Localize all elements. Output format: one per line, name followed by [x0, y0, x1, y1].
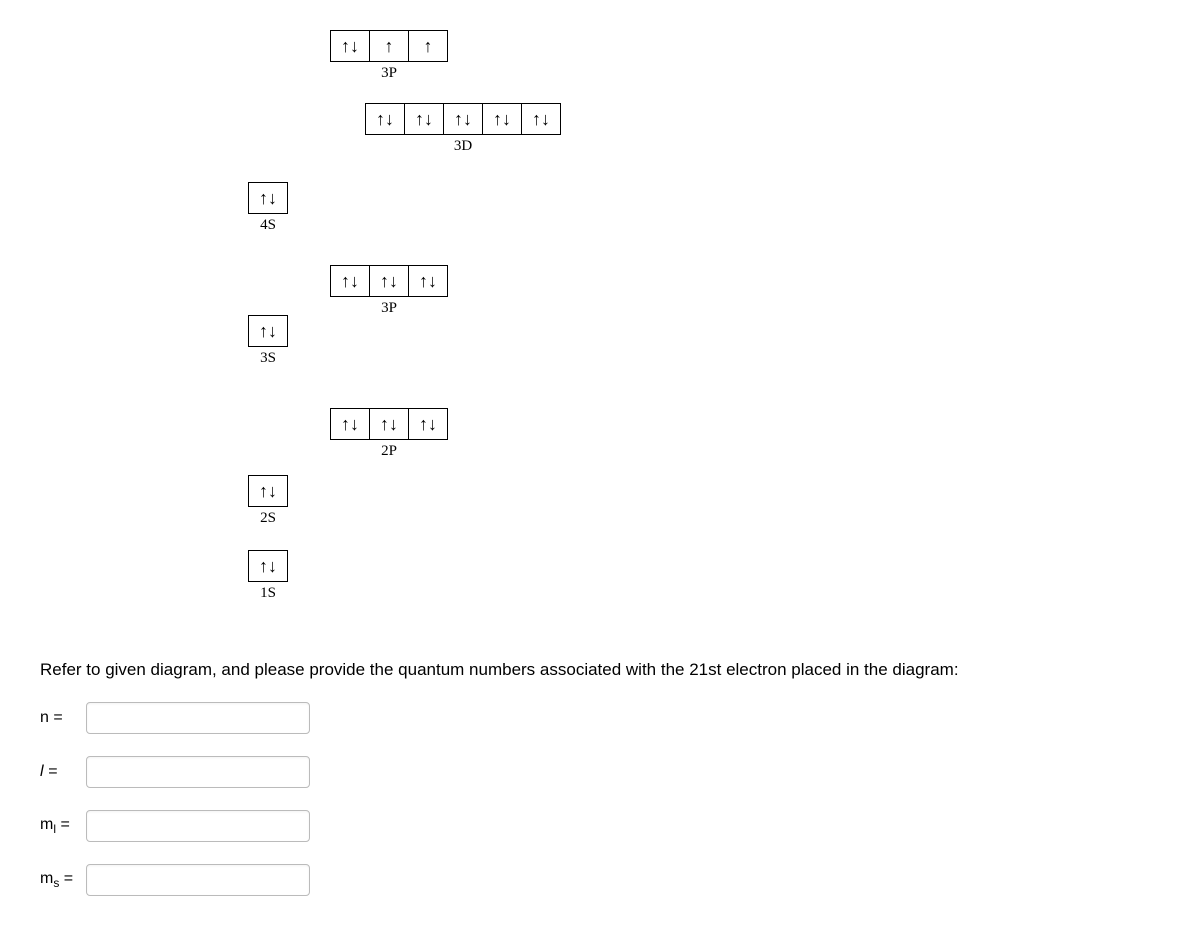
- orbital-label: 1S: [248, 585, 288, 602]
- orbital-boxes: [365, 103, 561, 135]
- input-row-ml: ml =: [40, 810, 1160, 842]
- electron-up-icon: [424, 37, 433, 55]
- electron-pair-icon: [376, 110, 394, 128]
- label-l: l =: [40, 763, 80, 781]
- orbital-box: [408, 31, 447, 61]
- orbital-box: [366, 104, 404, 134]
- orbital-3s: 3S: [248, 315, 288, 367]
- orbital-box: [249, 551, 287, 581]
- electron-pair-icon: [419, 415, 437, 433]
- electron-pair-icon: [259, 189, 277, 207]
- orbital-label: 3P: [330, 65, 448, 82]
- orbital-boxes: [330, 408, 448, 440]
- input-row-l: l =: [40, 756, 1160, 788]
- electron-pair-icon: [532, 110, 550, 128]
- electron-pair-icon: [341, 415, 359, 433]
- orbital-2p: 2P: [330, 408, 448, 460]
- orbital-boxes: [248, 475, 288, 507]
- orbital-boxes: [248, 550, 288, 582]
- orbital-box: [369, 266, 408, 296]
- orbital-3d: 3D: [365, 103, 561, 155]
- orbital-box: [521, 104, 560, 134]
- orbital-box: [408, 409, 447, 439]
- orbital-box: [249, 476, 287, 506]
- orbital-label: 3P: [330, 300, 448, 317]
- orbital-4s: 4S: [248, 182, 288, 234]
- orbital-box: [331, 266, 369, 296]
- orbital-3p-mid: 3P: [330, 265, 448, 317]
- orbital-label: 2S: [248, 510, 288, 527]
- label-ms: ms =: [40, 870, 80, 890]
- orbital-box: [443, 104, 482, 134]
- electron-pair-icon: [380, 415, 398, 433]
- orbital-1s: 1S: [248, 550, 288, 602]
- input-ml[interactable]: [86, 810, 310, 842]
- orbital-boxes: [248, 182, 288, 214]
- electron-pair-icon: [259, 322, 277, 340]
- electron-pair-icon: [259, 557, 277, 575]
- orbital-boxes: [330, 265, 448, 297]
- orbital-diagram: 3P 3D 4S 3P 3S: [240, 30, 940, 630]
- electron-pair-icon: [419, 272, 437, 290]
- electron-pair-icon: [341, 37, 359, 55]
- orbital-3p-top: 3P: [330, 30, 448, 82]
- orbital-box: [369, 409, 408, 439]
- orbital-box: [249, 183, 287, 213]
- input-row-ms: ms =: [40, 864, 1160, 896]
- question-text: Refer to given diagram, and please provi…: [40, 660, 1160, 680]
- orbital-label: 3D: [365, 138, 561, 155]
- orbital-box: [331, 409, 369, 439]
- orbital-label: 2P: [330, 443, 448, 460]
- label-ml: ml =: [40, 816, 80, 836]
- input-row-n: n =: [40, 702, 1160, 734]
- input-l[interactable]: [86, 756, 310, 788]
- orbital-label: 4S: [248, 217, 288, 234]
- electron-pair-icon: [259, 482, 277, 500]
- orbital-box: [249, 316, 287, 346]
- input-n[interactable]: [86, 702, 310, 734]
- orbital-boxes: [248, 315, 288, 347]
- electron-up-icon: [385, 37, 394, 55]
- electron-pair-icon: [341, 272, 359, 290]
- electron-pair-icon: [380, 272, 398, 290]
- orbital-2s: 2S: [248, 475, 288, 527]
- orbital-boxes: [330, 30, 448, 62]
- orbital-box: [482, 104, 521, 134]
- electron-pair-icon: [415, 110, 433, 128]
- label-n: n =: [40, 709, 80, 727]
- orbital-box: [331, 31, 369, 61]
- input-ms[interactable]: [86, 864, 310, 896]
- orbital-box: [408, 266, 447, 296]
- electron-pair-icon: [454, 110, 472, 128]
- orbital-box: [404, 104, 443, 134]
- orbital-label: 3S: [248, 350, 288, 367]
- electron-pair-icon: [493, 110, 511, 128]
- orbital-box: [369, 31, 408, 61]
